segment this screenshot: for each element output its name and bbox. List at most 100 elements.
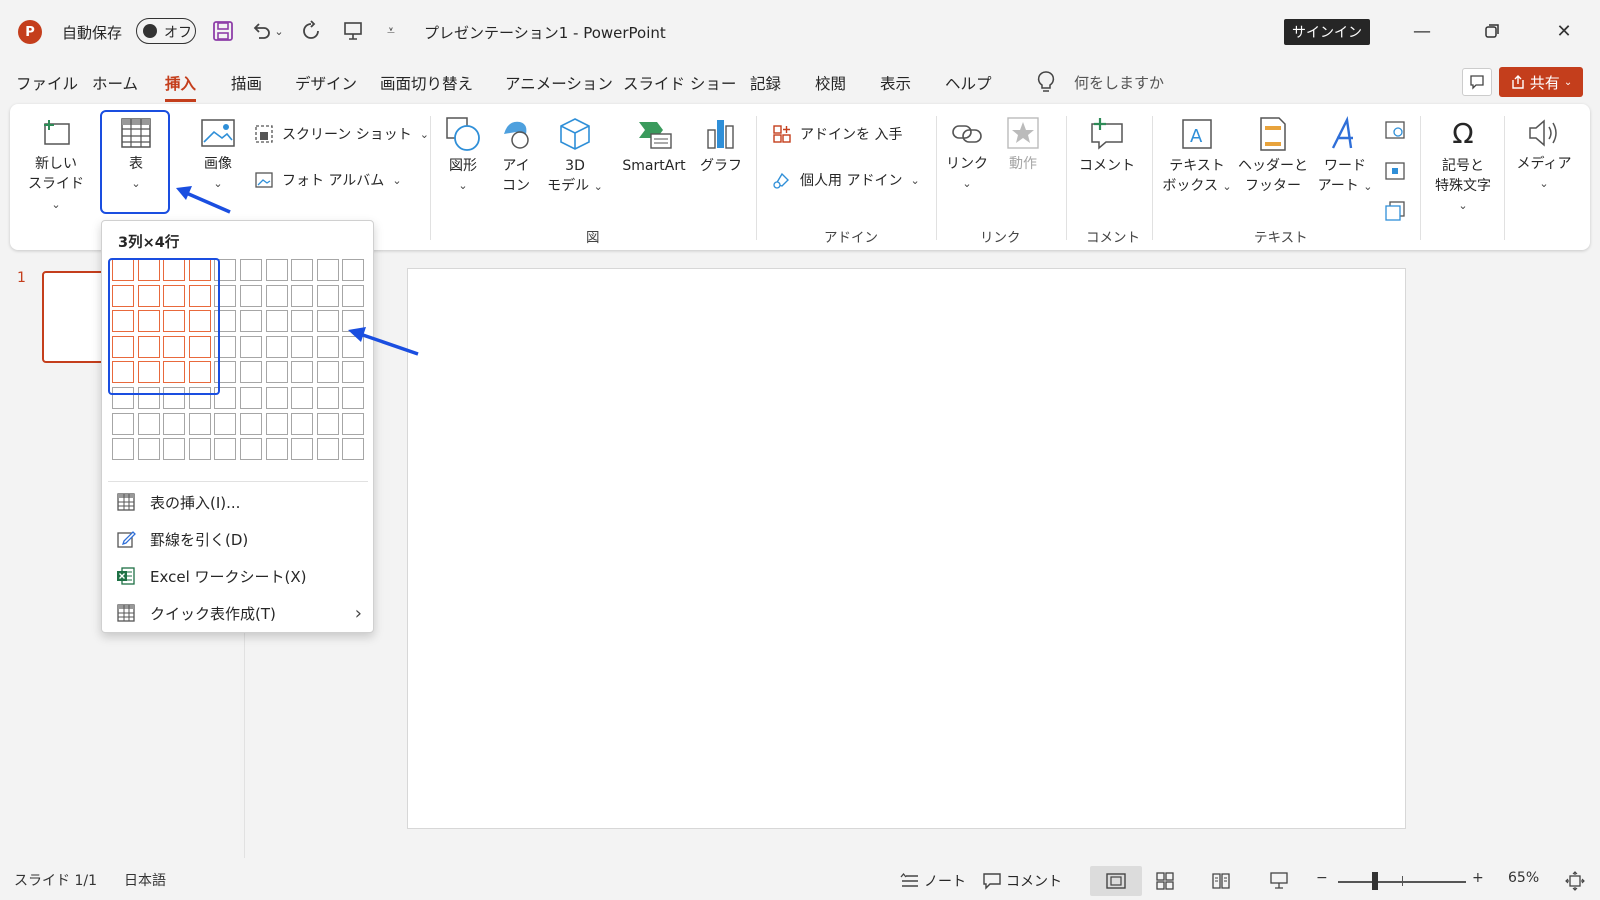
new-comment-button[interactable]: コメント (1074, 116, 1140, 176)
table-grid-cell[interactable] (316, 310, 339, 333)
table-grid-cell[interactable] (265, 284, 288, 307)
zoom-in-button[interactable]: + (1472, 870, 1484, 886)
slide-canvas[interactable] (407, 268, 1406, 829)
tab-animations[interactable]: アニメーション (505, 72, 613, 96)
autosave-toggle[interactable]: オフ (136, 18, 196, 44)
table-grid-cell[interactable] (316, 387, 339, 409)
insert-table-item[interactable]: 表の挿入(I)... (116, 487, 368, 517)
tab-file[interactable]: ファイル (16, 72, 78, 96)
redo-icon[interactable] (298, 18, 324, 44)
my-addins-button[interactable]: 個人用 アドイン ⌄ (772, 170, 920, 190)
tab-slideshow[interactable]: スライド ショー (623, 72, 736, 96)
table-grid-cell[interactable] (342, 284, 365, 307)
tab-help[interactable]: ヘルプ (945, 72, 992, 96)
slide-sorter-button[interactable] (1150, 866, 1180, 896)
table-grid-cell[interactable] (265, 412, 288, 435)
media-button[interactable]: メディア ⌄ (1512, 116, 1576, 194)
table-grid-cell[interactable] (188, 438, 211, 461)
table-grid-cell[interactable] (342, 361, 365, 384)
tab-home[interactable]: ホーム (92, 72, 138, 96)
zoom-out-button[interactable]: − (1316, 870, 1328, 886)
table-grid-cell[interactable] (265, 335, 288, 358)
tab-draw[interactable]: 描画 (231, 72, 262, 96)
table-grid-cell[interactable] (316, 438, 339, 461)
table-grid-cell[interactable] (240, 361, 262, 384)
tab-design[interactable]: デザイン (295, 72, 357, 96)
undo-icon[interactable] (248, 18, 274, 44)
share-button[interactable]: 共有 ⌄ (1499, 67, 1583, 97)
zoom-slider-thumb[interactable] (1372, 872, 1378, 890)
link-button[interactable]: リンク ⌄ (944, 116, 990, 194)
table-grid-cell[interactable] (342, 387, 365, 409)
table-grid-cell[interactable] (112, 438, 134, 461)
close-icon[interactable]: ✕ (1546, 16, 1582, 46)
undo-dropdown-icon[interactable]: ⌄ (272, 18, 286, 44)
table-grid-cell[interactable] (316, 412, 339, 435)
table-grid-cell[interactable] (342, 438, 365, 461)
zoom-level[interactable]: 65% (1508, 870, 1539, 886)
slideshow-button[interactable] (1264, 866, 1294, 896)
table-grid-cell[interactable] (265, 438, 288, 461)
table-grid-cell[interactable] (240, 335, 262, 358)
table-grid-cell[interactable] (112, 412, 134, 435)
quick-table-item[interactable]: クイック表作成(T) › (116, 598, 368, 628)
table-grid-cell[interactable] (291, 259, 314, 281)
table-grid-cell[interactable] (316, 284, 339, 307)
tab-insert[interactable]: 挿入 (165, 72, 197, 102)
symbols-button[interactable]: Ω 記号と 特殊文字 ⌄ (1428, 116, 1498, 216)
table-grid-cell[interactable] (265, 361, 288, 384)
tab-view[interactable]: 表示 (880, 72, 911, 96)
table-grid-cell[interactable] (265, 259, 288, 281)
textbox-button[interactable]: A テキスト ボックス ⌄ (1162, 116, 1232, 197)
table-grid-cell[interactable] (240, 284, 262, 307)
table-grid-cell[interactable] (291, 310, 314, 333)
table-grid-cell[interactable] (316, 335, 339, 358)
table-grid-cell[interactable] (316, 259, 339, 281)
table-grid-cell[interactable] (188, 412, 211, 435)
tell-me-search[interactable]: 何をしますか (1074, 72, 1164, 93)
signin-button[interactable]: サインイン (1284, 19, 1370, 45)
table-grid-cell[interactable] (137, 412, 160, 435)
table-grid-cell[interactable] (137, 438, 160, 461)
table-grid-cell[interactable] (342, 259, 365, 281)
table-grid-cell[interactable] (265, 387, 288, 409)
normal-view-button[interactable] (1090, 866, 1142, 896)
table-grid-cell[interactable] (240, 310, 262, 333)
reading-view-button[interactable] (1206, 866, 1236, 896)
shapes-button[interactable]: 図形 ⌄ (438, 116, 488, 196)
screenshot-button[interactable]: スクリーン ショット ⌄ (254, 124, 429, 144)
table-grid-cell[interactable] (291, 412, 314, 435)
fit-to-window-button[interactable] (1560, 866, 1590, 896)
notes-button[interactable]: ノート (898, 866, 968, 896)
new-slide-button[interactable]: 新しい スライド ⌄ (26, 116, 86, 215)
get-addins-button[interactable]: アドインを 入手 (772, 124, 902, 144)
wordart-button[interactable]: ワード アート ⌄ (1316, 116, 1374, 197)
table-grid-cell[interactable] (291, 335, 314, 358)
smartart-button[interactable]: SmartArt (616, 116, 692, 176)
tab-record[interactable]: 記録 (750, 72, 781, 96)
status-comments-button[interactable]: コメント (980, 866, 1064, 896)
tab-transitions[interactable]: 画面切り替え (380, 72, 473, 96)
table-button[interactable]: 表 ⌄ (106, 116, 166, 194)
table-grid-cell[interactable] (214, 438, 237, 461)
3d-model-button[interactable]: 3D モデル ⌄ (544, 116, 606, 197)
table-grid-cell[interactable] (240, 438, 262, 461)
date-time-icon[interactable] (1382, 118, 1408, 144)
save-icon[interactable] (210, 18, 236, 44)
table-grid-cell[interactable] (291, 438, 314, 461)
table-grid-cell[interactable] (240, 412, 262, 435)
table-grid-cell[interactable] (291, 284, 314, 307)
table-grid-cell[interactable] (163, 412, 186, 435)
draw-table-item[interactable]: 罫線を引く(D) (116, 524, 368, 554)
icons-button[interactable]: アイ コン (494, 116, 538, 196)
comments-button[interactable] (1462, 68, 1492, 96)
header-footer-button[interactable]: ヘッダーと フッター (1238, 116, 1308, 196)
customize-icon[interactable]: ⩡ (378, 18, 404, 44)
minimize-icon[interactable]: — (1404, 16, 1440, 46)
action-button[interactable]: 動作 (1000, 116, 1046, 174)
tab-review[interactable]: 校閲 (815, 72, 846, 96)
photo-album-button[interactable]: フォト アルバム ⌄ (254, 170, 402, 190)
slide-number-icon[interactable] (1382, 160, 1408, 186)
table-grid-cell[interactable] (163, 438, 186, 461)
object-icon[interactable] (1382, 200, 1408, 226)
